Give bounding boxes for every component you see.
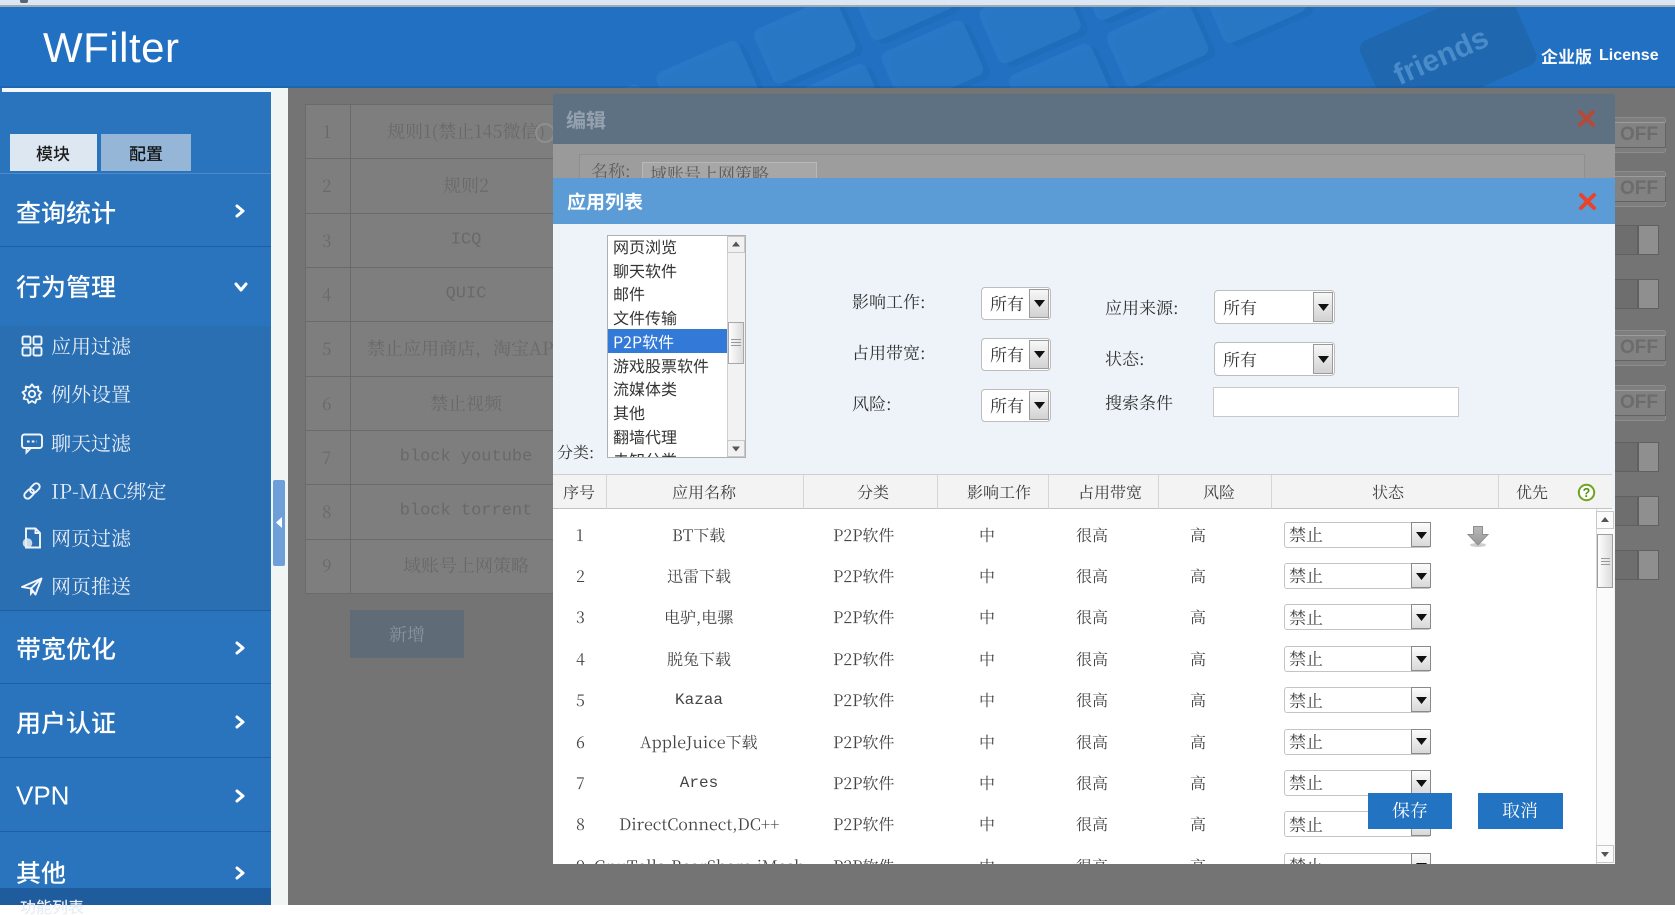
svg-text:?: ? (1583, 486, 1591, 500)
